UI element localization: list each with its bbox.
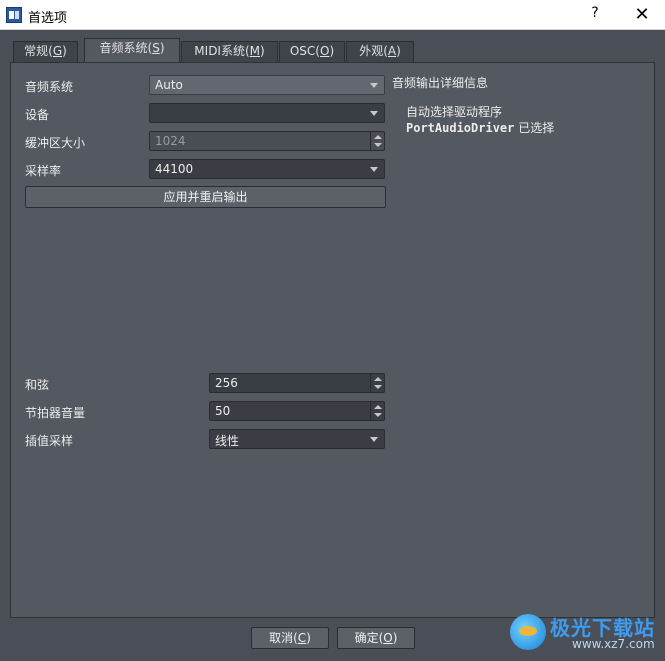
audio-system-select[interactable]: Auto — [149, 75, 385, 95]
close-button[interactable]: ✕ — [630, 3, 654, 27]
tab-audio-label: 音频系统( — [99, 41, 153, 55]
ok-button[interactable]: 确定(O) — [337, 627, 415, 649]
app-icon — [6, 7, 22, 23]
ok-label: 确定( — [354, 631, 384, 645]
watermark-url: www.xz7.com — [572, 637, 655, 651]
sample-rate-value: 44100 — [155, 162, 194, 176]
driver-name: PortAudioDriver — [406, 121, 515, 135]
chevron-down-icon — [370, 111, 378, 116]
auto-select-driver-text: 自动选择驱动程序 — [406, 105, 503, 119]
audio-output-details-title: 音频输出详细信息 — [392, 76, 489, 90]
metronome-volume-value: 50 — [215, 404, 231, 418]
interpolation-value: 线性 — [215, 434, 240, 448]
watermark-logo-icon — [510, 614, 546, 650]
device-select[interactable] — [149, 103, 385, 123]
metronome-volume-label: 节拍器音量 — [25, 406, 86, 420]
polyphony-spinbox[interactable]: 256 — [209, 373, 385, 393]
tab-osc-close: ) — [329, 44, 335, 58]
tab-audio-key: S — [152, 41, 160, 55]
chevron-down-icon — [370, 437, 378, 442]
help-button[interactable]: ? — [585, 5, 605, 25]
tab-appearance[interactable]: 外观(A) — [346, 41, 414, 62]
tab-osc[interactable]: OSC(O) — [279, 41, 345, 62]
spin-buttons[interactable] — [370, 374, 384, 392]
cancel-button[interactable]: 取消(C) — [251, 627, 329, 649]
cancel-label: 取消( — [269, 631, 298, 645]
tab-general-label: 常规( — [24, 44, 53, 58]
tab-midi-key: M — [249, 44, 261, 58]
tab-general-close: ) — [62, 44, 67, 58]
metronome-volume-spinbox[interactable]: 50 — [209, 401, 385, 421]
window-title: 首选项 — [28, 11, 68, 26]
driver-status-text: PortAudioDriver 已选择 — [406, 119, 554, 136]
spin-buttons[interactable] — [370, 132, 384, 150]
spin-up-icon — [374, 405, 382, 409]
tab-general-key: G — [52, 44, 63, 58]
audio-system-value: Auto — [155, 78, 183, 92]
buffer-size-label: 缓冲区大小 — [25, 136, 86, 150]
tab-midi-label: MIDI系统( — [194, 44, 250, 58]
spin-down-icon — [374, 143, 382, 147]
ok-key: O — [383, 631, 393, 645]
spin-up-icon — [374, 377, 382, 381]
spin-down-icon — [374, 385, 382, 389]
spin-down-icon — [374, 413, 382, 417]
tab-midi-close: ) — [260, 44, 265, 58]
interpolation-select[interactable]: 线性 — [209, 429, 385, 449]
sample-rate-select[interactable]: 44100 — [149, 159, 385, 179]
tab-appearance-label: 外观( — [359, 44, 388, 58]
polyphony-value: 256 — [215, 376, 238, 390]
spin-buttons[interactable] — [370, 402, 384, 420]
tab-appearance-close: ) — [396, 44, 401, 58]
ok-close: ) — [392, 631, 398, 645]
sample-rate-label: 采样率 — [25, 164, 62, 178]
apply-restart-button[interactable]: 应用并重启输出 — [25, 186, 386, 208]
watermark: 极光下载站 www.xz7.com — [510, 608, 660, 656]
buffer-size-spinbox[interactable]: 1024 — [149, 131, 385, 151]
chevron-down-icon — [370, 83, 378, 88]
spin-up-icon — [374, 135, 382, 139]
tab-audio-system[interactable]: 音频系统(S) — [84, 38, 180, 63]
polyphony-label: 和弦 — [25, 378, 50, 392]
device-label: 设备 — [25, 108, 50, 122]
tab-midi-system[interactable]: MIDI系统(M) — [181, 41, 278, 62]
buffer-size-value: 1024 — [155, 134, 186, 148]
tab-osc-label: OSC( — [289, 44, 320, 58]
audio-system-label: 音频系统 — [25, 80, 74, 94]
tab-appearance-key: A — [387, 44, 397, 58]
driver-selected-text: 已选择 — [514, 121, 555, 135]
title-bar: 首选项 ? ✕ — [0, 0, 665, 30]
interpolation-label: 插值采样 — [25, 434, 74, 448]
tab-general[interactable]: 常规(G) — [13, 41, 78, 62]
cancel-key: C — [297, 631, 307, 645]
chevron-down-icon — [370, 167, 378, 172]
tab-audio-close: ) — [159, 41, 165, 55]
cancel-close: ) — [306, 631, 311, 645]
